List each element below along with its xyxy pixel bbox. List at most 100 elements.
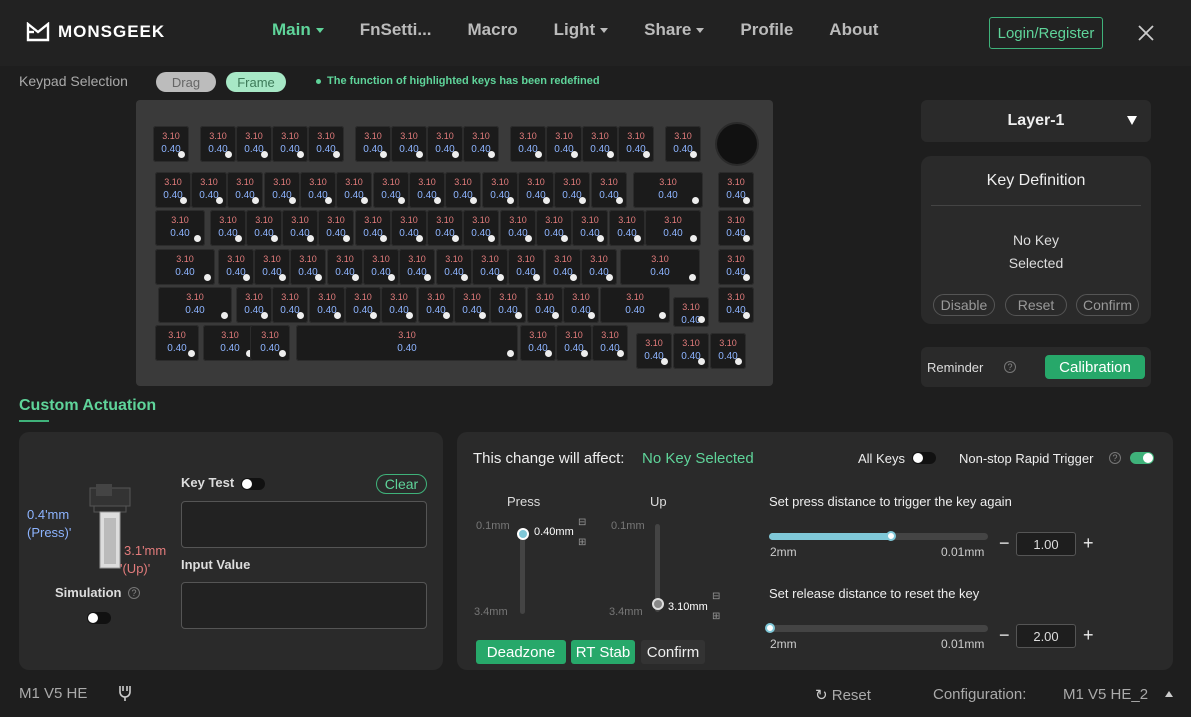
keyboard-key[interactable]: 3.10 0.40 bbox=[308, 126, 344, 162]
keyboard-key[interactable]: 3.10 0.40 bbox=[218, 249, 254, 285]
nonstop-rt-toggle[interactable] bbox=[1130, 452, 1154, 464]
connection-icon[interactable] bbox=[116, 684, 134, 702]
confirm-settings-button[interactable]: Confirm bbox=[641, 640, 705, 664]
reset-button[interactable]: Reset bbox=[1005, 294, 1067, 316]
keyboard-key[interactable]: 3.10 0.40 bbox=[227, 172, 263, 208]
close-icon[interactable] bbox=[1136, 23, 1156, 43]
configuration-value[interactable]: M1 V5 HE_2 bbox=[1063, 686, 1148, 703]
keyboard-key[interactable]: 3.10 0.40 bbox=[345, 287, 381, 323]
keyboard-key[interactable]: 3.10 0.40 bbox=[391, 210, 427, 246]
press-again-input[interactable]: 1.00 bbox=[1016, 532, 1076, 556]
keyboard-key[interactable]: 3.10 0.40 bbox=[563, 287, 599, 323]
keyboard-key[interactable]: 3.10 0.40 bbox=[391, 126, 427, 162]
keyboard-key[interactable]: 3.10 0.40 bbox=[264, 172, 300, 208]
keyboard-key[interactable]: 3.10 0.40 bbox=[399, 249, 435, 285]
keyboard-key[interactable]: 3.10 0.40 bbox=[600, 287, 670, 323]
chevron-up-icon[interactable] bbox=[1165, 691, 1173, 697]
keyboard-key[interactable]: 3.10 0.40 bbox=[520, 325, 556, 361]
keyboard-key[interactable]: 3.10 0.40 bbox=[296, 325, 518, 361]
keyboard-key[interactable]: 3.10 0.40 bbox=[254, 249, 290, 285]
keyboard-key[interactable]: 3.10 0.40 bbox=[250, 325, 290, 361]
keyboard-key[interactable]: 3.10 0.40 bbox=[609, 210, 645, 246]
keyboard-key[interactable]: 3.10 0.40 bbox=[282, 210, 318, 246]
keyboard-key[interactable]: 3.10 0.40 bbox=[155, 249, 215, 285]
keyboard-key[interactable]: 3.10 0.40 bbox=[272, 287, 308, 323]
keyboard-key[interactable]: 3.10 0.40 bbox=[718, 287, 754, 323]
keyboard-key[interactable]: 3.10 0.40 bbox=[527, 287, 563, 323]
keyboard-key[interactable]: 3.10 0.40 bbox=[572, 210, 608, 246]
nav-main[interactable]: Main bbox=[272, 20, 324, 40]
release-decrement[interactable]: − bbox=[999, 625, 1010, 646]
keyboard-key[interactable]: 3.10 0.40 bbox=[436, 249, 472, 285]
keyboard-key[interactable]: 3.10 0.40 bbox=[355, 210, 391, 246]
keyboard-key[interactable]: 3.10 0.40 bbox=[546, 126, 582, 162]
login-register-button[interactable]: Login/Register bbox=[989, 17, 1103, 49]
keyboard-key[interactable]: 3.10 0.40 bbox=[545, 249, 581, 285]
keyboard-key[interactable]: 3.10 0.40 bbox=[236, 126, 272, 162]
keyboard-key[interactable]: 3.10 0.40 bbox=[673, 333, 709, 369]
help-icon[interactable]: ? bbox=[128, 587, 140, 599]
deadzone-button[interactable]: Deadzone bbox=[476, 640, 566, 664]
nav-share[interactable]: Share bbox=[644, 20, 705, 40]
keyboard-key[interactable]: 3.10 0.40 bbox=[482, 172, 518, 208]
keyboard-key[interactable]: 3.10 0.40 bbox=[427, 210, 463, 246]
keyboard-key[interactable]: 3.10 0.40 bbox=[718, 249, 754, 285]
keyboard-key[interactable]: 3.10 0.40 bbox=[355, 126, 391, 162]
release-input[interactable]: 2.00 bbox=[1016, 624, 1076, 648]
keyboard-key[interactable]: 3.10 0.40 bbox=[318, 210, 354, 246]
keyboard-key[interactable]: 3.10 0.40 bbox=[518, 172, 554, 208]
keyboard-key[interactable]: 3.10 0.40 bbox=[718, 210, 754, 246]
keyboard-key[interactable]: 3.10 0.40 bbox=[710, 333, 746, 369]
keyboard-key[interactable]: 3.10 0.40 bbox=[510, 126, 546, 162]
keyboard-key[interactable]: 3.10 0.40 bbox=[463, 126, 499, 162]
keyboard-key[interactable]: 3.10 0.40 bbox=[191, 172, 227, 208]
keyboard-key[interactable]: 3.10 0.40 bbox=[620, 249, 700, 285]
layer-select[interactable]: Layer-1 bbox=[921, 100, 1151, 142]
keyboard-key[interactable]: 3.10 0.40 bbox=[500, 210, 536, 246]
release-increment[interactable]: + bbox=[1083, 625, 1094, 646]
keyboard-key[interactable]: 3.10 0.40 bbox=[236, 287, 272, 323]
press-again-thumb[interactable] bbox=[885, 531, 896, 541]
keyboard-key[interactable]: 3.10 0.40 bbox=[381, 287, 417, 323]
rotary-knob[interactable] bbox=[717, 124, 757, 164]
keyboard-key[interactable]: 3.10 0.40 bbox=[155, 210, 205, 246]
keyboard-key[interactable]: 3.10 0.40 bbox=[581, 249, 617, 285]
calibration-button[interactable]: Calibration bbox=[1045, 355, 1145, 379]
keyboard-key[interactable]: 3.10 0.40 bbox=[633, 172, 703, 208]
key-test-field[interactable] bbox=[181, 501, 427, 548]
keyboard-key[interactable]: 3.10 0.40 bbox=[445, 172, 481, 208]
keyboard-key[interactable]: 3.10 0.40 bbox=[336, 172, 372, 208]
keyboard-key[interactable]: 3.10 0.40 bbox=[645, 210, 701, 246]
keyboard-key[interactable]: 3.10 0.40 bbox=[454, 287, 490, 323]
plus-icon[interactable]: ⊞ bbox=[712, 611, 720, 622]
keyboard-key[interactable]: 3.10 0.40 bbox=[373, 172, 409, 208]
plus-icon[interactable]: ⊞ bbox=[578, 537, 586, 548]
keyboard-key[interactable]: 3.10 0.40 bbox=[203, 325, 257, 361]
press-again-increment[interactable]: + bbox=[1083, 533, 1094, 554]
keyboard-key[interactable]: 3.10 0.40 bbox=[554, 172, 590, 208]
keyboard-key[interactable]: 3.10 0.40 bbox=[591, 172, 627, 208]
keyboard-key[interactable]: 3.10 0.40 bbox=[363, 249, 399, 285]
keyboard-key[interactable]: 3.10 0.40 bbox=[536, 210, 572, 246]
keyboard-key[interactable]: 3.10 0.40 bbox=[665, 126, 701, 162]
help-icon[interactable]: ? bbox=[1004, 361, 1016, 373]
keyboard-key[interactable]: 3.10 0.40 bbox=[463, 210, 499, 246]
press-slider-thumb[interactable] bbox=[517, 527, 529, 540]
nav-light[interactable]: Light bbox=[554, 20, 609, 40]
keyboard-key[interactable]: 3.10 0.40 bbox=[418, 287, 454, 323]
minus-icon[interactable]: ⊟ bbox=[578, 517, 586, 528]
keyboard-key[interactable]: 3.10 0.40 bbox=[153, 126, 189, 162]
keyboard-key[interactable]: 3.10 0.40 bbox=[508, 249, 544, 285]
keyboard-key[interactable]: 3.10 0.40 bbox=[409, 172, 445, 208]
keyboard-key[interactable]: 3.10 0.40 bbox=[490, 287, 526, 323]
keyboard-key[interactable]: 3.10 0.40 bbox=[582, 126, 618, 162]
clear-button[interactable]: Clear bbox=[376, 474, 427, 494]
keyboard-key[interactable]: 3.10 0.40 bbox=[718, 172, 754, 208]
keyboard-key[interactable]: 3.10 0.40 bbox=[556, 325, 592, 361]
release-thumb[interactable] bbox=[765, 623, 775, 633]
press-again-decrement[interactable]: − bbox=[999, 533, 1010, 554]
keyboard-key[interactable]: 3.10 0.40 bbox=[210, 210, 246, 246]
rt-stab-button[interactable]: RT Stab bbox=[571, 640, 635, 664]
all-keys-toggle[interactable] bbox=[912, 452, 936, 464]
keyboard-key[interactable]: 3.10 0.40 bbox=[592, 325, 628, 361]
